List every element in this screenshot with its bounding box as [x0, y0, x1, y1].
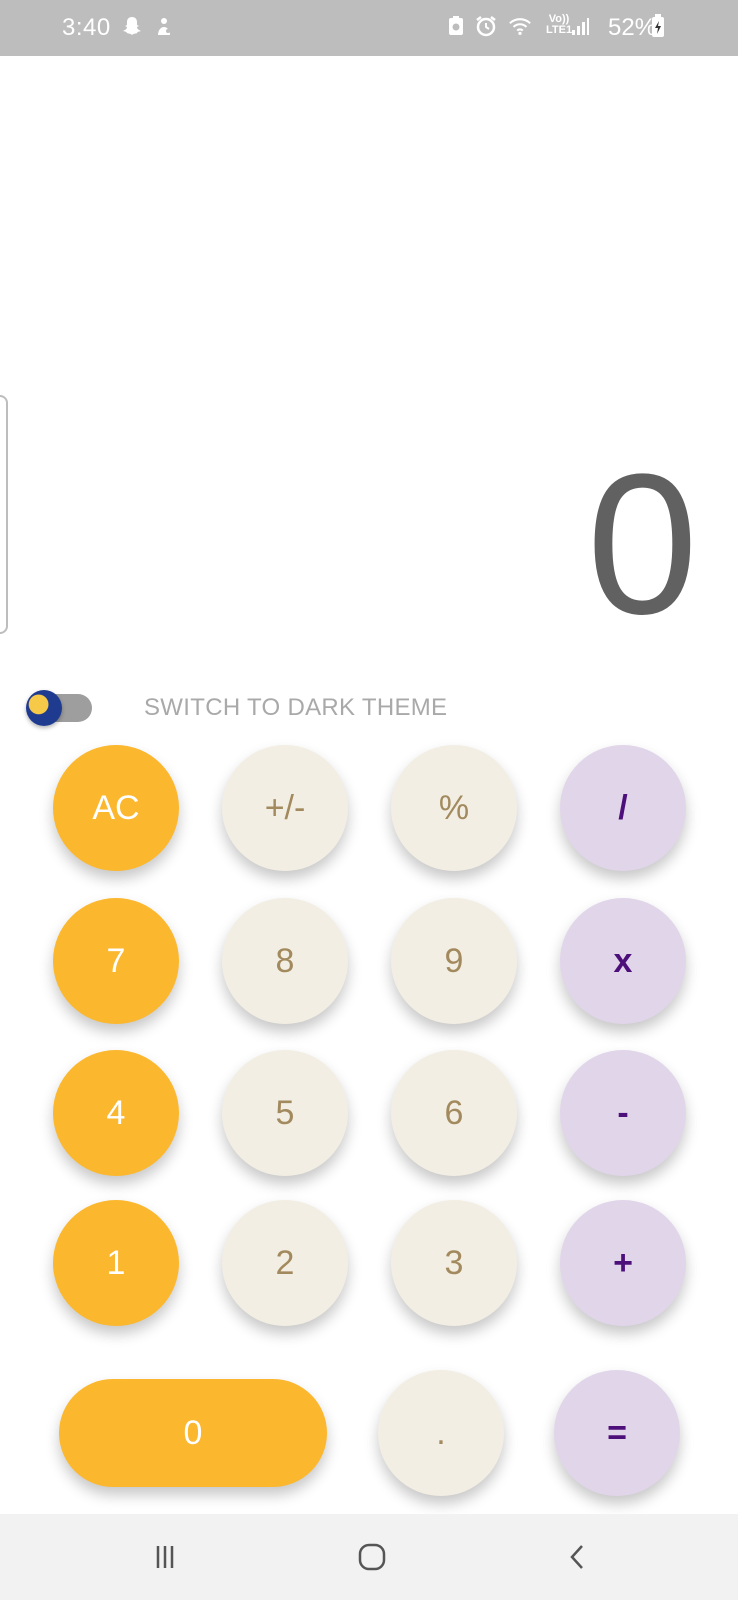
digit-6-button[interactable]: 6 — [391, 1050, 517, 1176]
moon-icon[interactable] — [26, 690, 62, 726]
home-icon[interactable] — [347, 1532, 397, 1582]
alarm-icon — [474, 14, 498, 38]
snapchat-icon — [120, 14, 144, 38]
result-display: 0 — [586, 433, 698, 656]
clear-button[interactable]: AC — [53, 745, 179, 871]
digit-0-button[interactable]: 0 — [59, 1379, 327, 1487]
subtract-button[interactable]: - — [560, 1050, 686, 1176]
digit-8-button[interactable]: 8 — [222, 898, 348, 1024]
percent-button[interactable]: % — [391, 745, 517, 871]
theme-switch-label: SWITCH TO DARK THEME — [144, 694, 448, 721]
digit-7-button[interactable]: 7 — [53, 898, 179, 1024]
digit-4-button[interactable]: 4 — [53, 1050, 179, 1176]
status-time: 3:40 — [62, 14, 111, 41]
add-button[interactable]: + — [560, 1200, 686, 1326]
digit-9-button[interactable]: 9 — [391, 898, 517, 1024]
battery-icon — [646, 14, 670, 38]
equals-button[interactable]: = — [554, 1370, 680, 1496]
digit-1-button[interactable]: 1 — [53, 1200, 179, 1326]
navigation-bar — [0, 1514, 738, 1600]
theme-toggle-switch[interactable] — [26, 690, 92, 726]
decimal-point-button[interactable]: . — [378, 1370, 504, 1496]
digit-5-button[interactable]: 5 — [222, 1050, 348, 1176]
status-bar: 3:40 Vo)) LTE1 52% — [0, 0, 738, 56]
wifi-icon — [508, 14, 532, 38]
signal-icon — [568, 14, 592, 38]
digit-2-button[interactable]: 2 — [222, 1200, 348, 1326]
notification-icon — [152, 14, 176, 38]
calculator-screen: 3:40 Vo)) LTE1 52% 0 SWITCH TO DARK THEM… — [0, 0, 738, 1600]
divide-button[interactable]: / — [560, 745, 686, 871]
sign-toggle-button[interactable]: +/- — [222, 745, 348, 871]
multiply-button[interactable]: x — [560, 898, 686, 1024]
digit-3-button[interactable]: 3 — [391, 1200, 517, 1326]
recent-apps-icon[interactable] — [140, 1532, 190, 1582]
edge-panel-handle[interactable] — [0, 395, 8, 634]
theme-switch-row[interactable]: SWITCH TO DARK THEME — [26, 688, 448, 728]
back-icon[interactable] — [553, 1532, 603, 1582]
battery-saver-icon — [444, 14, 468, 38]
